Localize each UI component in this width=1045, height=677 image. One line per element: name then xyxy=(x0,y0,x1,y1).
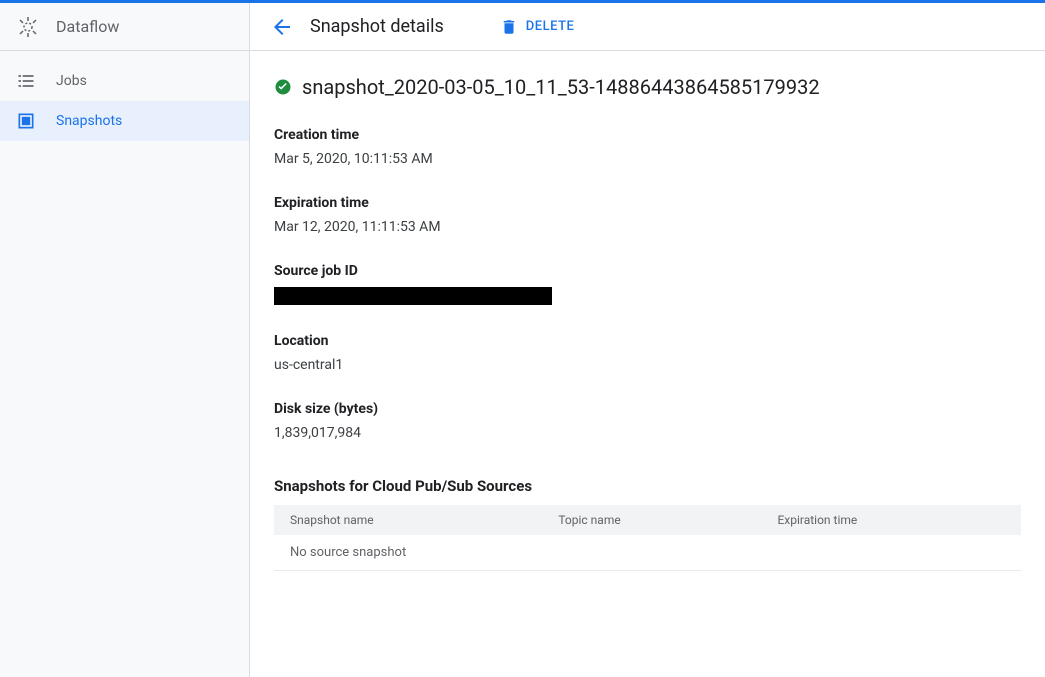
dataflow-product-icon xyxy=(16,15,40,39)
success-status-icon xyxy=(274,78,292,96)
column-snapshot-name: Snapshot name xyxy=(274,505,542,535)
table-row: No source snapshot xyxy=(274,535,1021,571)
field-label: Disk size (bytes) xyxy=(274,401,1021,417)
empty-message: No source snapshot xyxy=(274,535,1021,571)
delete-button[interactable]: Delete xyxy=(500,18,575,36)
field-label: Location xyxy=(274,333,1021,349)
sidebar-item-label: Snapshots xyxy=(56,113,122,129)
delete-button-label: Delete xyxy=(526,19,575,34)
trash-icon xyxy=(500,18,518,36)
list-icon xyxy=(16,71,36,91)
field-value: Mar 12, 2020, 11:11:53 AM xyxy=(274,219,1021,235)
redacted-value xyxy=(274,287,552,305)
field-value: us-central1 xyxy=(274,357,1021,373)
field-expiration-time: Expiration time Mar 12, 2020, 11:11:53 A… xyxy=(274,195,1021,235)
snapshot-title-row: snapshot_2020-03-05_10_11_53-14886443864… xyxy=(274,75,1021,99)
product-name: Dataflow xyxy=(56,17,119,36)
field-label: Creation time xyxy=(274,127,1021,143)
column-expiration-time: Expiration time xyxy=(761,505,1021,535)
field-disk-size: Disk size (bytes) 1,839,017,984 xyxy=(274,401,1021,441)
sidebar-header: Dataflow xyxy=(0,3,249,51)
field-value: 1,839,017,984 xyxy=(274,425,1021,441)
field-label: Expiration time xyxy=(274,195,1021,211)
field-source-job-id: Source job ID xyxy=(274,263,1021,305)
table-header-row: Snapshot name Topic name Expiration time xyxy=(274,505,1021,535)
page-title: Snapshot details xyxy=(310,16,444,37)
sidebar-item-snapshots[interactable]: Snapshots xyxy=(0,101,249,141)
sidebar-item-label: Jobs xyxy=(56,73,87,89)
field-label: Source job ID xyxy=(274,263,1021,279)
pubsub-table: Snapshot name Topic name Expiration time… xyxy=(274,505,1021,571)
snapshot-name: snapshot_2020-03-05_10_11_53-14886443864… xyxy=(302,75,820,99)
field-value: Mar 5, 2020, 10:11:53 AM xyxy=(274,151,1021,167)
content: snapshot_2020-03-05_10_11_53-14886443864… xyxy=(250,51,1045,595)
sidebar-nav: Jobs Snapshots xyxy=(0,51,249,141)
sidebar-item-jobs[interactable]: Jobs xyxy=(0,61,249,101)
main: Snapshot details Delete snapshot_2020-03… xyxy=(250,3,1045,677)
pubsub-heading: Snapshots for Cloud Pub/Sub Sources xyxy=(274,477,1021,495)
topbar: Snapshot details Delete xyxy=(250,3,1045,51)
back-button[interactable] xyxy=(270,15,294,39)
arrow-left-icon xyxy=(270,15,294,39)
sidebar: Dataflow Jobs xyxy=(0,3,250,677)
field-location: Location us-central1 xyxy=(274,333,1021,373)
field-creation-time: Creation time Mar 5, 2020, 10:11:53 AM xyxy=(274,127,1021,167)
snapshot-icon xyxy=(16,111,36,131)
column-topic-name: Topic name xyxy=(542,505,761,535)
